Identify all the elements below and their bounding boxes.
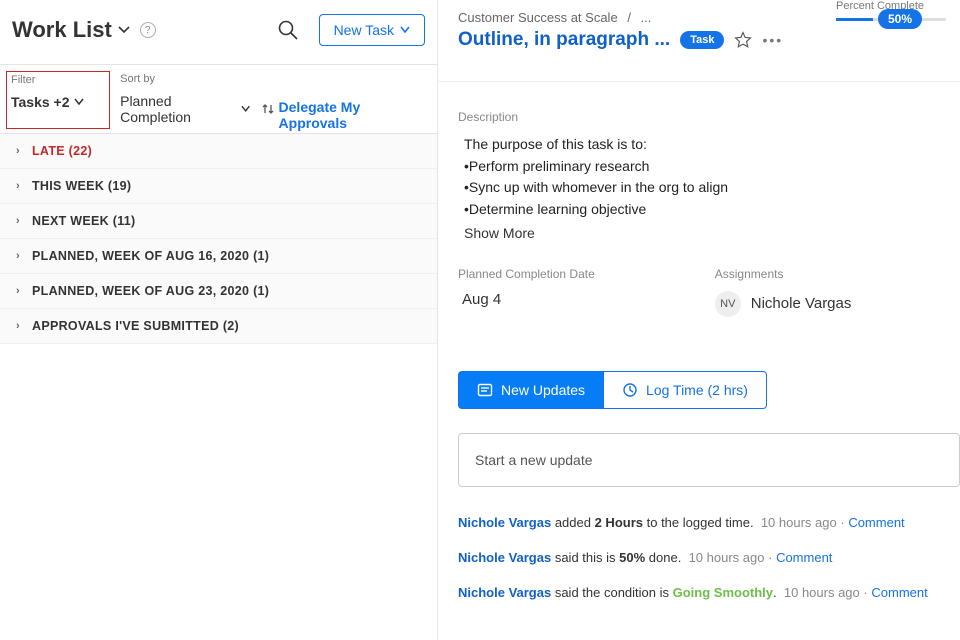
group-label: APPROVALS I'VE SUBMITTED (2) bbox=[32, 319, 239, 333]
chevron-right-icon: › bbox=[16, 215, 22, 227]
more-actions-icon[interactable]: ••• bbox=[762, 32, 783, 48]
activity-time: 10 hours ago bbox=[689, 550, 765, 565]
tab-log-time-label: Log Time (2 hrs) bbox=[646, 382, 748, 398]
breadcrumb-more[interactable]: ... bbox=[641, 10, 652, 25]
help-icon[interactable]: ? bbox=[140, 22, 156, 38]
work-list-group[interactable]: › THIS WEEK (19) bbox=[0, 169, 437, 204]
comment-link[interactable]: Comment bbox=[776, 550, 832, 565]
activity-row: Nichole Vargas said the condition is Goi… bbox=[458, 585, 960, 600]
new-task-button[interactable]: New Task bbox=[319, 14, 425, 46]
comment-link[interactable]: Comment bbox=[871, 585, 927, 600]
avatar[interactable]: NV bbox=[715, 291, 741, 317]
sort-direction-icon[interactable] bbox=[261, 102, 275, 116]
activity-time: 10 hours ago bbox=[784, 585, 860, 600]
sort-label: Sort by bbox=[120, 73, 274, 85]
planned-date-value: Aug 4 bbox=[462, 291, 595, 308]
work-list-group[interactable]: › PLANNED, WEEK OF AUG 16, 2020 (1) bbox=[0, 239, 437, 274]
sort-control[interactable]: Sort by Planned Completion bbox=[110, 71, 278, 125]
breadcrumb[interactable]: Customer Success at Scale / ... bbox=[458, 10, 836, 25]
group-label: NEXT WEEK (11) bbox=[32, 214, 136, 228]
show-more-link[interactable]: Show More bbox=[464, 225, 960, 241]
work-list-dropdown[interactable] bbox=[118, 23, 130, 38]
percent-complete-slider[interactable]: 50% bbox=[836, 18, 946, 21]
group-label: LATE (22) bbox=[32, 144, 92, 158]
chevron-down-icon bbox=[74, 98, 84, 106]
new-task-label: New Task bbox=[334, 22, 394, 38]
chevron-right-icon: › bbox=[16, 145, 22, 157]
group-label: PLANNED, WEEK OF AUG 16, 2020 (1) bbox=[32, 249, 269, 263]
activity-row: Nichole Vargas said this is 50% done. 10… bbox=[458, 550, 960, 565]
sort-value: Planned Completion bbox=[120, 93, 237, 125]
desc-bullet: Perform preliminary research bbox=[469, 158, 650, 174]
group-label: THIS WEEK (19) bbox=[32, 179, 131, 193]
favorite-star-icon[interactable] bbox=[734, 31, 752, 49]
task-type-pill: Task bbox=[680, 31, 724, 49]
filter-value: Tasks +2 bbox=[11, 94, 70, 110]
task-title[interactable]: Outline, in paragraph ... bbox=[458, 29, 670, 51]
activity-user[interactable]: Nichole Vargas bbox=[458, 515, 551, 530]
desc-intro: The purpose of this task is to: bbox=[464, 134, 960, 156]
chevron-right-icon: › bbox=[16, 285, 22, 297]
chevron-down-icon bbox=[400, 26, 410, 34]
clock-icon bbox=[622, 382, 638, 398]
delegate-approvals-link[interactable]: Delegate My Approvals bbox=[279, 71, 431, 131]
assignments-label: Assignments bbox=[715, 267, 852, 281]
search-icon[interactable] bbox=[277, 19, 299, 41]
percent-complete-value: 50% bbox=[878, 9, 922, 29]
activity-user[interactable]: Nichole Vargas bbox=[458, 585, 551, 600]
planned-date-label: Planned Completion Date bbox=[458, 267, 595, 281]
tab-log-time[interactable]: Log Time (2 hrs) bbox=[603, 371, 767, 409]
breadcrumb-project[interactable]: Customer Success at Scale bbox=[458, 10, 618, 25]
activity-user[interactable]: Nichole Vargas bbox=[458, 550, 551, 565]
work-list-group[interactable]: › APPROVALS I'VE SUBMITTED (2) bbox=[0, 309, 437, 344]
desc-bullet: Determine learning objective bbox=[469, 201, 646, 217]
chevron-right-icon: › bbox=[16, 320, 22, 332]
filter-label: Filter bbox=[11, 74, 105, 86]
work-list-title: Work List bbox=[12, 17, 112, 43]
work-list-group[interactable]: › LATE (22) bbox=[0, 134, 437, 169]
work-list-group[interactable]: › NEXT WEEK (11) bbox=[0, 204, 437, 239]
chevron-right-icon: › bbox=[16, 180, 22, 192]
updates-icon bbox=[477, 382, 493, 398]
group-label: PLANNED, WEEK OF AUG 23, 2020 (1) bbox=[32, 284, 269, 298]
description-label: Description bbox=[458, 110, 960, 124]
work-list-group[interactable]: › PLANNED, WEEK OF AUG 23, 2020 (1) bbox=[0, 274, 437, 309]
chevron-right-icon: › bbox=[16, 250, 22, 262]
desc-bullet: Sync up with whomever in the org to alig… bbox=[469, 179, 728, 195]
new-update-input[interactable]: Start a new update bbox=[458, 433, 960, 487]
tab-new-updates-label: New Updates bbox=[501, 382, 585, 398]
percent-complete-fill bbox=[836, 18, 873, 21]
filter-control[interactable]: Filter Tasks +2 bbox=[6, 71, 110, 129]
chevron-down-icon bbox=[241, 105, 250, 113]
comment-link[interactable]: Comment bbox=[848, 515, 904, 530]
assignee-name[interactable]: Nichole Vargas bbox=[751, 295, 852, 312]
activity-time: 10 hours ago bbox=[761, 515, 837, 530]
tab-new-updates[interactable]: New Updates bbox=[458, 371, 603, 409]
activity-row: Nichole Vargas added 2 Hours to the logg… bbox=[458, 515, 960, 530]
breadcrumb-sep: / bbox=[627, 10, 631, 25]
